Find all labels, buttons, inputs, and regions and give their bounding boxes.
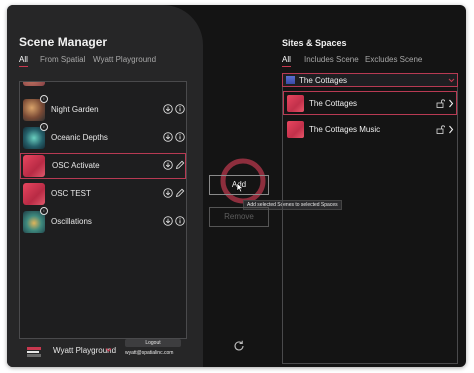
info-badge-icon: i [40, 95, 48, 103]
download-icon[interactable] [163, 216, 173, 226]
refresh-icon[interactable] [232, 339, 246, 353]
info-icon[interactable] [175, 132, 185, 142]
scene-manager-title: Scene Manager [19, 35, 108, 49]
chevron-down-icon[interactable] [105, 347, 112, 353]
scene-name: Oscillations [51, 217, 92, 226]
space-row-the-cottages[interactable]: The Cottages [283, 91, 457, 115]
scene-thumbnail [23, 183, 45, 205]
download-icon[interactable] [163, 104, 173, 114]
site-select-value: The Cottages [299, 76, 348, 85]
cursor-icon [236, 182, 244, 193]
scene-row-oceanic-depths[interactable]: i Oceanic Depths [20, 123, 186, 151]
spatial-logo-icon [27, 347, 41, 357]
space-name: The Cottages [309, 99, 358, 108]
scene-row-night-garden[interactable]: i Night Garden [20, 95, 186, 123]
chevron-right-icon[interactable] [448, 125, 454, 134]
scene-name: OSC Activate [52, 161, 100, 170]
scene-thumbnail [23, 155, 45, 177]
tab-all-scenes[interactable]: All [19, 55, 28, 64]
scene-list[interactable]: i Night Garden i Oceanic Depths OSC Acti… [19, 81, 187, 339]
sites-spaces-title: Sites & Spaces [282, 38, 347, 48]
scene-name: OSC TEST [51, 189, 91, 198]
list-item-partial [20, 82, 186, 88]
scene-name: Oceanic Depths [51, 133, 108, 142]
user-email: wyatt@spatialinc.com [125, 350, 174, 356]
space-thumbnail [287, 121, 304, 138]
space-name: The Cottages Music [309, 125, 381, 134]
scene-name: Night Garden [51, 105, 99, 114]
site-select[interactable]: The Cottages [282, 73, 458, 87]
unlock-icon[interactable] [436, 125, 445, 134]
download-icon[interactable] [163, 188, 173, 198]
scene-thumbnail [23, 82, 45, 86]
unlock-icon[interactable] [436, 99, 445, 108]
info-badge-icon: i [40, 123, 48, 131]
edit-pencil-icon[interactable] [175, 160, 185, 170]
active-tab-underline [19, 66, 28, 67]
scene-row-oscillations[interactable]: i Oscillations [20, 207, 186, 235]
active-tab-underline [282, 66, 291, 67]
info-icon[interactable] [175, 104, 185, 114]
space-thumbnail [287, 95, 304, 112]
download-icon[interactable] [163, 160, 173, 170]
edit-pencil-icon[interactable] [175, 188, 185, 198]
space-row-the-cottages-music[interactable]: The Cottages Music [283, 117, 457, 141]
info-icon[interactable] [175, 216, 185, 226]
tab-all-spaces[interactable]: All [282, 55, 291, 64]
remove-button[interactable]: Remove [209, 207, 269, 227]
download-icon[interactable] [163, 132, 173, 142]
tab-includes-scene[interactable]: Includes Scene [304, 55, 359, 64]
scene-row-osc-activate[interactable]: OSC Activate [20, 153, 186, 179]
site-icon [286, 76, 295, 84]
spaces-list[interactable]: The Cottages The Cottages Music [282, 87, 458, 364]
scene-manager-panel: Scene Manager All From Spatial Wyatt Pla… [7, 5, 203, 367]
info-badge-icon: i [40, 207, 48, 215]
chevron-down-icon [448, 78, 455, 83]
chevron-right-icon[interactable] [448, 99, 454, 108]
tab-from-spatial[interactable]: From Spatial [40, 55, 85, 64]
app-window: Scene Manager All From Spatial Wyatt Pla… [7, 5, 466, 367]
logout-button[interactable]: Logout [125, 339, 181, 347]
tab-excludes-scene[interactable]: Excludes Scene [365, 55, 422, 64]
scene-row-osc-test[interactable]: OSC TEST [20, 181, 186, 207]
tab-wyatt-playground[interactable]: Wyatt Playground [93, 55, 156, 64]
